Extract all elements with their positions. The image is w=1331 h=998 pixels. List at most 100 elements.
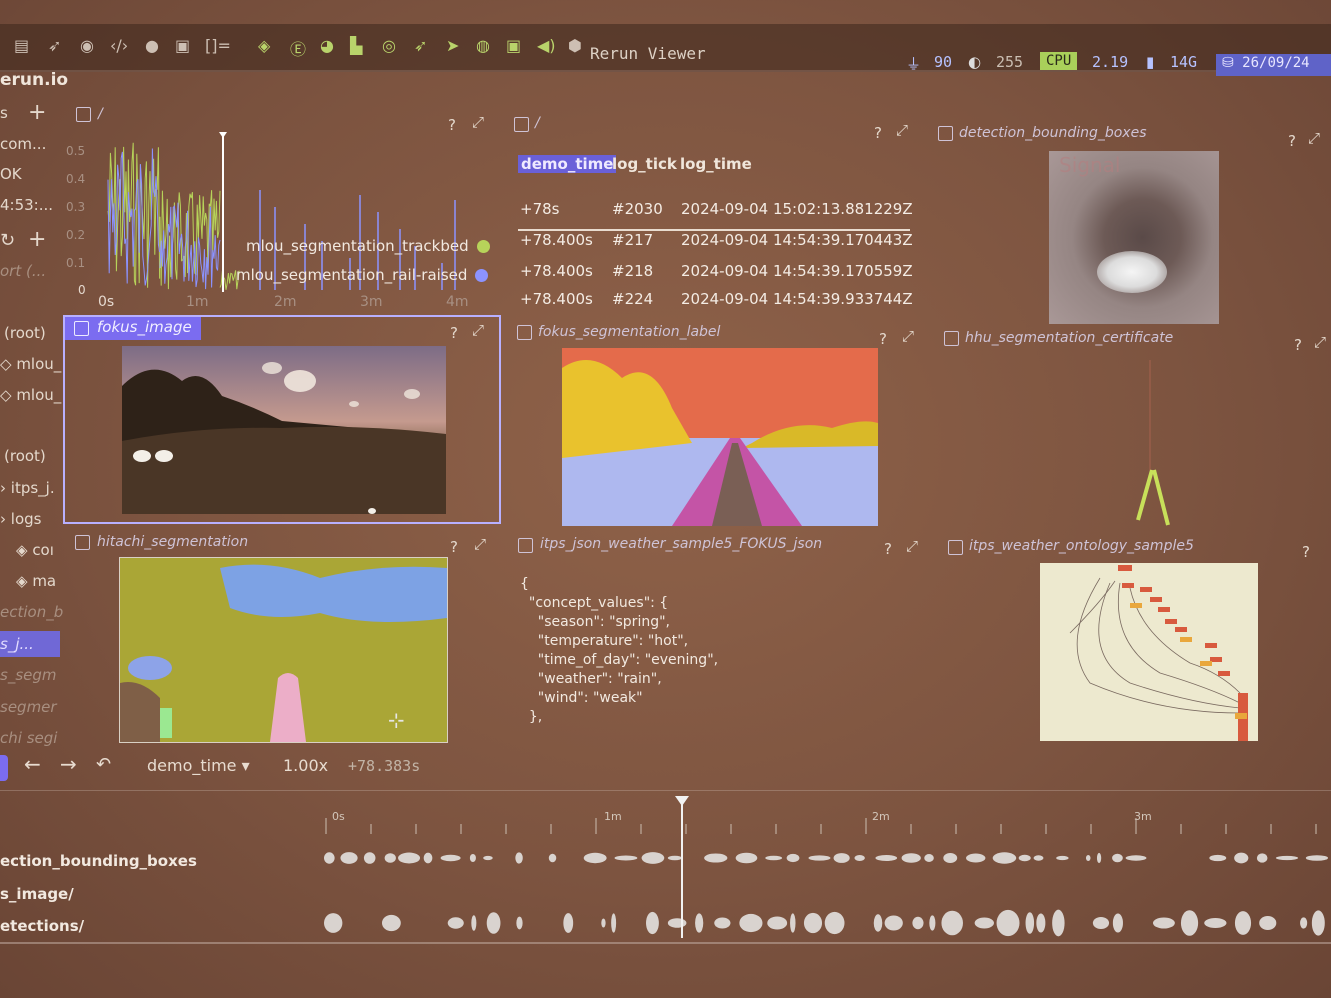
timeline-event: [1112, 913, 1123, 933]
table-row-clipped[interactable]: +78.400s #224 2024-09-04 14:54:39.933744Z: [518, 290, 913, 304]
left-item[interactable]: s_segm: [0, 666, 57, 684]
left-item-selected[interactable]: s_j...: [0, 635, 34, 653]
timeline-event: [1036, 913, 1046, 933]
brackets-icon[interactable]: []=: [205, 36, 231, 55]
timeline-event: [1056, 855, 1069, 861]
legend-item: mlou_segmentation_trackbed: [246, 237, 490, 255]
left-item[interactable]: s: [0, 104, 8, 122]
timeline-event: [363, 852, 376, 864]
target-icon[interactable]: ◎: [382, 36, 396, 55]
tree-item[interactable]: ◈ ma: [16, 572, 56, 590]
timeline-event: [447, 917, 464, 929]
timeline-event: [1018, 854, 1031, 862]
maximize-icon[interactable]: ⤢: [1314, 333, 1326, 351]
fokus-segmentation-image[interactable]: [562, 348, 878, 526]
step-forward-icon[interactable]: →: [60, 752, 77, 776]
maximize-icon[interactable]: ⤢: [472, 321, 484, 339]
menu-icon[interactable]: ▤: [14, 36, 29, 55]
step-back-icon[interactable]: ←: [24, 752, 41, 776]
hhu-certificate-image[interactable]: [1110, 360, 1200, 535]
fokus-image[interactable]: [122, 346, 446, 514]
fokus-scene: [122, 362, 446, 514]
left-item[interactable]: (root): [4, 447, 46, 465]
timeline-event: [1234, 852, 1249, 864]
timeline-row-label[interactable]: etections/: [0, 917, 84, 935]
ontology-graph: [1069, 565, 1248, 741]
code-icon[interactable]: ‹/›: [110, 36, 128, 55]
panel-title-tab[interactable]: fokus_image: [65, 317, 201, 340]
send-icon[interactable]: ➤: [446, 36, 459, 55]
timeline-event: [833, 853, 850, 863]
help-icon[interactable]: ?: [1288, 132, 1296, 150]
maximize-icon[interactable]: ⤢: [902, 327, 914, 345]
cursor-handle[interactable]: [219, 132, 227, 138]
help-icon[interactable]: ?: [450, 324, 458, 342]
left-item[interactable]: ort (...: [0, 262, 46, 280]
maximize-icon[interactable]: ⤢: [474, 535, 486, 553]
play-button[interactable]: [0, 755, 8, 781]
rocket-icon[interactable]: ➶: [48, 36, 61, 55]
tree-item[interactable]: ◇ mlou_: [0, 386, 61, 404]
column-header[interactable]: demo_time: [518, 155, 617, 173]
cube-icon[interactable]: ◈: [258, 36, 270, 55]
hitachi-segmentation-image[interactable]: ⊹: [119, 557, 448, 743]
detection-title: detection_bounding_boxes: [959, 125, 1147, 141]
e-icon[interactable]: Ⓔ: [290, 36, 306, 60]
timeline-event: [767, 916, 788, 930]
signal-label: Signal: [1059, 153, 1121, 177]
json-title: itps_json_weather_sample5_FOKUS_json: [540, 536, 823, 552]
add-icon[interactable]: +: [28, 100, 46, 125]
json-line: {: [520, 576, 529, 592]
left-item[interactable]: segmer: [0, 698, 57, 716]
tree-item[interactable]: › itps_j.: [0, 479, 55, 497]
timeline-event: [614, 855, 638, 861]
tree-item[interactable]: › logs: [0, 510, 41, 528]
loop-icon[interactable]: ↶: [96, 754, 111, 775]
help-icon[interactable]: ?: [879, 330, 887, 348]
maximize-icon[interactable]: ⤢: [906, 537, 918, 555]
add-icon[interactable]: +: [28, 227, 46, 252]
maximize-icon[interactable]: ⤢: [1308, 129, 1320, 147]
timeline-event: [486, 912, 501, 934]
help-icon[interactable]: ?: [874, 124, 882, 142]
left-item[interactable]: (root): [4, 324, 46, 342]
timeline-events[interactable]: [320, 845, 1331, 940]
reset-icon[interactable]: ↻: [0, 230, 15, 251]
diamond-icon: ◇: [0, 355, 17, 373]
calendar-icon: ⛁: [1222, 55, 1243, 71]
rocket-green-icon[interactable]: ➶: [414, 36, 427, 55]
timeline-cursor-handle[interactable]: [675, 796, 689, 806]
help-icon[interactable]: ?: [1302, 543, 1310, 561]
timeline-row-label[interactable]: s_image/: [0, 885, 74, 903]
padlock-icon[interactable]: ▣: [506, 36, 521, 55]
json-line: "time_of_day": "evening",: [520, 652, 719, 668]
left-item[interactable]: chi segi: [0, 729, 57, 747]
column-header[interactable]: log_tick: [612, 155, 677, 173]
timeline-selector[interactable]: demo_time ▾: [147, 756, 250, 775]
timeline-event: [912, 916, 924, 930]
disc-icon[interactable]: ●: [145, 36, 159, 55]
timeline-row-label[interactable]: ection_bounding_boxes: [0, 852, 197, 870]
ontology-graph-image[interactable]: [1040, 563, 1258, 741]
column-header[interactable]: log_time: [680, 155, 752, 173]
chart-icon[interactable]: ▙: [350, 36, 362, 55]
detection-image[interactable]: Signal: [1049, 151, 1219, 324]
circle-icon[interactable]: ◉: [80, 36, 94, 55]
tree-item[interactable]: ◈ coı: [16, 541, 54, 559]
speaker-icon[interactable]: ◀): [537, 36, 556, 55]
help-icon[interactable]: ?: [1294, 336, 1302, 354]
maximize-icon[interactable]: ⤢: [896, 121, 908, 139]
chat-icon[interactable]: ◍: [476, 36, 490, 55]
left-item[interactable]: ection_b: [0, 603, 63, 621]
globe-icon[interactable]: ◕: [320, 36, 334, 55]
help-icon[interactable]: ?: [884, 540, 892, 558]
tree-item[interactable]: ◇ mlou_: [0, 355, 61, 373]
help-icon[interactable]: ?: [450, 538, 458, 556]
lock-icon[interactable]: ▣: [175, 36, 190, 55]
current-time[interactable]: +78.383s: [348, 757, 420, 775]
left-item[interactable]: com...: [0, 135, 46, 153]
playback-speed[interactable]: 1.00x: [283, 756, 328, 775]
maximize-icon[interactable]: ⤢: [472, 113, 484, 131]
fokus-image-title: fokus_image: [97, 318, 192, 336]
timeline-cursor[interactable]: [681, 800, 683, 938]
